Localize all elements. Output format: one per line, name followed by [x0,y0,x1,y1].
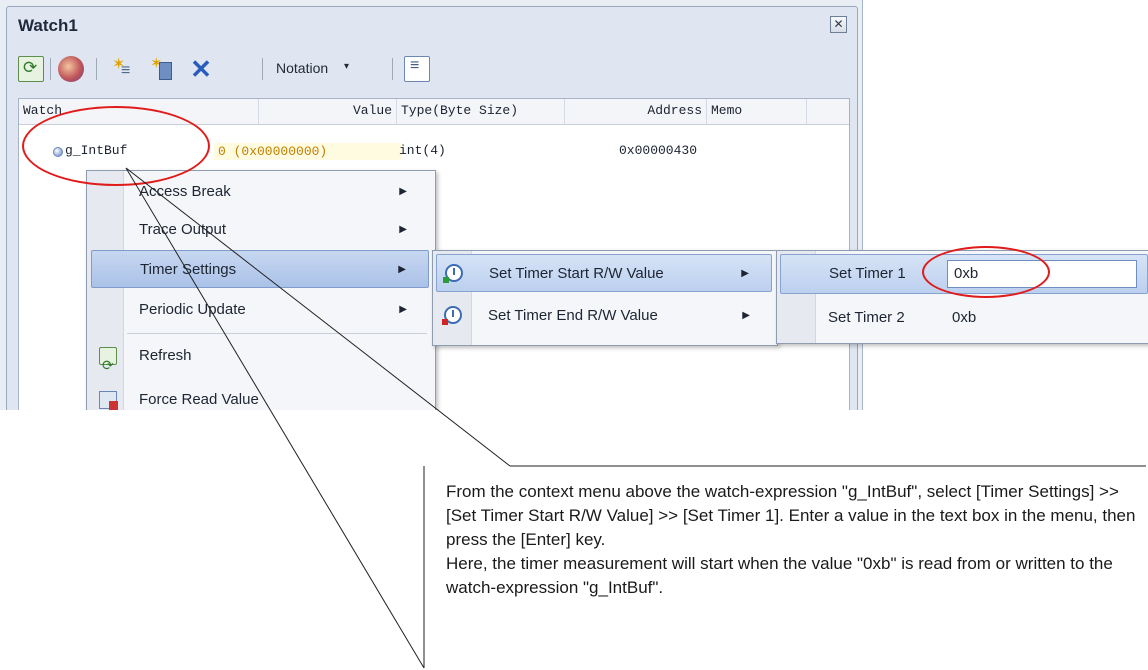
callout-text: From the context menu above the watch-ex… [446,480,1136,600]
callout-paragraph-explanation: Here, the timer measurement will start w… [446,554,1113,597]
leader-line-left [125,167,425,669]
callout-paragraph-instructions: From the context menu above the watch-ex… [446,482,1136,549]
leader-line-right [125,167,511,467]
